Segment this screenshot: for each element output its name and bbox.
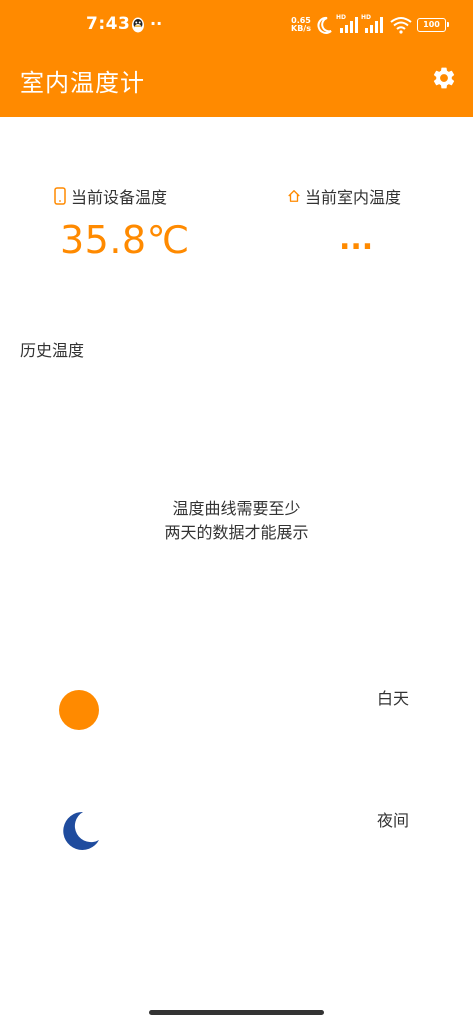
home-icon [288, 190, 300, 202]
legend-night-label: 夜间 [377, 811, 410, 830]
battery-indicator: 100 [417, 18, 449, 32]
room-temperature-label: 当前室内温度 [287, 184, 401, 208]
status-more-indicator: ·· [150, 14, 163, 33]
gear-icon [433, 67, 455, 89]
qq-notification-icon [132, 17, 144, 33]
chart-empty-line-2: 两天的数据才能展示 [164, 523, 309, 542]
hd-label-2: HD [361, 14, 372, 21]
phone-icon [54, 187, 66, 205]
sun-icon [59, 690, 99, 730]
chart-empty-line-1: 温度曲线需要至少 [172, 499, 301, 518]
status-time: 7:43 [86, 14, 131, 34]
room-temperature-value: ... [339, 222, 374, 257]
app-title: 室内温度计 [20, 69, 145, 97]
signal-strength-icon-2: HD [361, 14, 383, 34]
room-temperature-label-text: 当前室内温度 [305, 188, 402, 207]
chart-empty-message: 温度曲线需要至少 两天的数据才能展示 [0, 497, 473, 545]
signal-strength-icon: HD [336, 14, 358, 34]
status-bar: 7:43 ·· 0.65 KB/s HD HD 100 [0, 0, 473, 52]
home-indicator[interactable] [149, 1010, 324, 1015]
network-speed: 0.65 KB/s [290, 17, 312, 33]
wifi-icon [390, 17, 412, 34]
network-speed-unit: KB/s [291, 24, 311, 33]
do-not-disturb-icon [317, 16, 332, 34]
device-temperature-label: 当前设备温度 [53, 184, 167, 208]
history-title: 历史温度 [20, 341, 85, 360]
settings-button[interactable] [429, 63, 459, 93]
moon-icon [63, 811, 99, 850]
device-temperature-label-text: 当前设备温度 [71, 188, 168, 207]
app-header: 7:43 ·· 0.65 KB/s HD HD 100 室内温度计 [0, 0, 473, 117]
hd-label: HD [336, 14, 347, 21]
device-temperature-value: 35.8℃ [60, 218, 190, 262]
legend-day-label: 白天 [377, 689, 410, 708]
